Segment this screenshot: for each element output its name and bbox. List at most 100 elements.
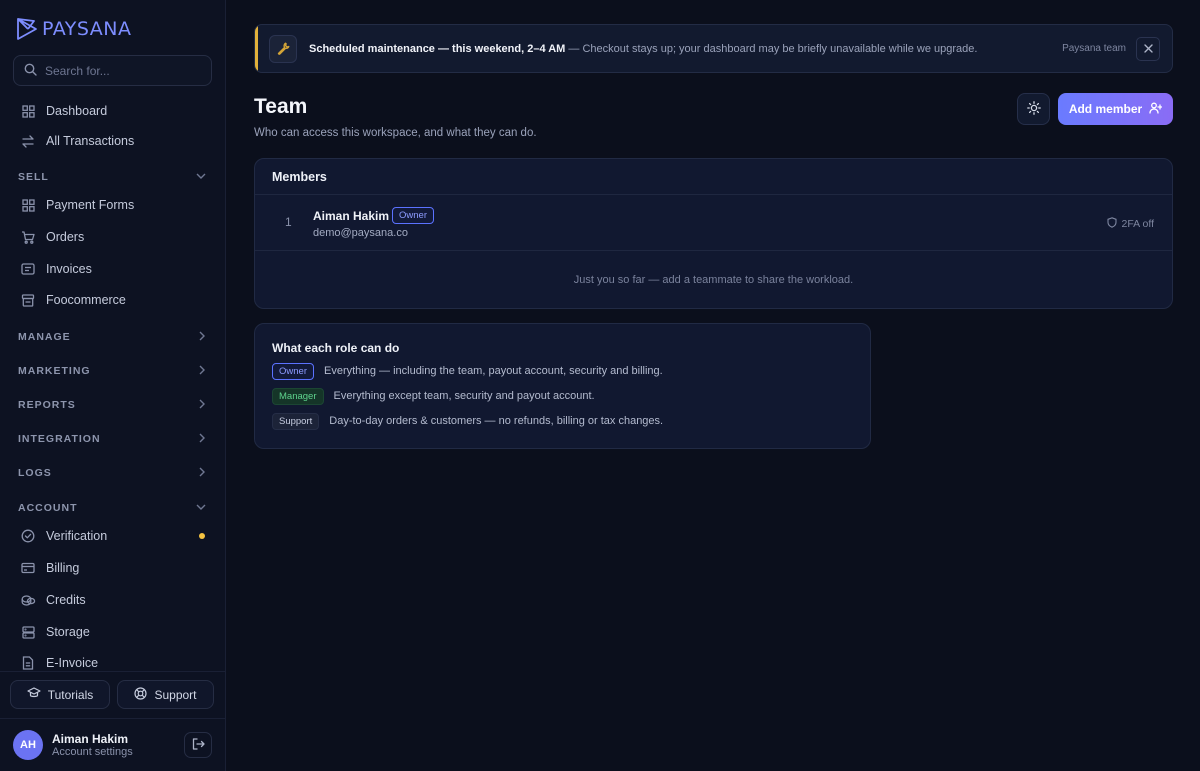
banner-message: Scheduled maintenance — this weekend, 2–… [309,43,977,55]
logout-icon [192,737,205,753]
card-icon [20,560,36,576]
grid-icon [20,197,36,213]
chevron-right-icon [199,467,212,480]
role-badge-manager: Manager [272,387,324,405]
avatar: AH [13,730,43,760]
sidebar-item-verification[interactable]: Verification [14,522,212,550]
sidebar-item-e-invoice[interactable]: E-Invoice [14,649,212,677]
sidebar-item-invoices[interactable]: Invoices [14,255,212,283]
grid-icon [20,103,36,119]
document-icon [20,655,36,671]
sidebar-item-orders[interactable]: Orders [14,223,212,251]
sidebar-item-credits[interactable]: Credits [14,586,212,614]
sun-icon [1026,100,1041,118]
search-icon [24,63,37,79]
search-box[interactable] [13,55,212,86]
arrows-swap-icon [20,133,36,149]
member-row[interactable]: 1 Aiman Hakim Owner demo@paysana.co 2FA … [255,195,1172,251]
page-title: Team [254,95,308,118]
chevron-down-icon [196,502,212,514]
graduation-cap-icon [27,687,41,702]
member-email: demo@paysana.co [313,227,408,239]
twofa-label: 2FA off [1121,218,1155,230]
section-marketing[interactable]: MARKETING [18,361,212,381]
theme-toggle-button[interactable] [1017,93,1050,125]
tutorials-label: Tutorials [47,687,94,702]
section-label: SELL [18,171,49,183]
notification-dot [199,533,205,539]
sidebar-item-dashboard[interactable]: Dashboard [14,97,212,125]
chevron-right-icon [199,331,212,344]
roles-heading: What each role can do [272,341,400,355]
sidebar-item-all-transactions[interactable]: All Transactions [14,127,212,155]
section-sell[interactable]: SELL [18,167,212,187]
role-description: Day-to-day orders & customers — no refun… [329,415,664,427]
section-label: MANAGE [18,331,71,343]
members-card: Members 1 Aiman Hakim Owner demo@paysana… [254,158,1173,309]
sidebar-item-label: Verification [46,529,108,543]
user-subtitle: Account settings [52,745,133,758]
role-description: Everything except team, security and pay… [333,390,595,402]
twofa-status: 2FA off [1106,217,1155,231]
sidebar-divider [0,718,226,719]
sidebar-item-label: Invoices [46,262,92,276]
user-name: Aiman Hakim [52,731,129,746]
search-input[interactable] [45,63,195,78]
sidebar-item-label: Dashboard [46,104,108,118]
role-row-owner: Owner Everything — including the team, p… [272,362,870,380]
paysana-logo-icon [16,17,38,41]
store-icon [20,292,36,308]
shield-icon [1106,217,1117,231]
close-banner-button[interactable] [1136,37,1160,61]
member-index: 1 [285,215,292,229]
wrench-icon [269,34,297,63]
section-label: ACCOUNT [18,502,78,514]
role-row-manager: Manager Everything except team, security… [272,387,870,405]
add-member-label: Add member [1068,102,1143,116]
cart-icon [20,229,36,245]
sidebar-item-label: E-Invoice [46,656,99,670]
sidebar-item-label: Orders [46,230,85,244]
section-logs[interactable]: LOGS [18,463,212,483]
role-badge-owner: Owner [272,362,314,380]
add-member-button[interactable]: Add member [1058,93,1173,125]
sidebar-divider [0,671,226,672]
maintenance-banner: Scheduled maintenance — this weekend, 2–… [254,24,1173,73]
section-integration[interactable]: INTEGRATION [18,429,212,449]
role-row-support: Support Day-to-day orders & customers — … [272,412,870,430]
storage-icon [20,624,36,640]
roles-card: What each role can do Owner Everything —… [254,323,871,449]
sidebar-item-label: Foocommerce [46,293,126,307]
section-account[interactable]: ACCOUNT [18,498,212,518]
chevron-right-icon [199,365,212,378]
brand-name: PAYSANA [42,18,132,40]
sidebar-item-foocommerce[interactable]: Foocommerce [14,286,212,314]
section-manage[interactable]: MANAGE [18,327,212,347]
role-badge-support: Support [272,412,320,430]
section-label: LOGS [18,467,52,479]
close-icon [1143,42,1153,56]
sidebar-item-label: Billing [46,561,80,575]
sidebar-item-billing[interactable]: Billing [14,554,212,582]
section-label: REPORTS [18,399,76,411]
main-content: Scheduled maintenance — this weekend, 2–… [226,0,1200,771]
chevron-right-icon [199,399,212,412]
sidebar-item-label: Credits [46,593,86,607]
brand-logo[interactable]: PAYSANA [16,16,132,42]
chevron-down-icon [196,171,212,183]
sidebar-item-payment-forms[interactable]: Payment Forms [14,191,212,219]
section-reports[interactable]: REPORTS [18,395,212,415]
account-settings-link[interactable]: AH Aiman Hakim Account settings [13,729,213,761]
chevron-right-icon [199,433,212,446]
sidebar-item-label: Storage [46,625,90,639]
logout-button[interactable] [184,732,212,758]
coins-icon [20,592,36,608]
tutorials-button[interactable]: Tutorials [10,680,110,709]
sidebar-item-storage[interactable]: Storage [14,618,212,646]
banner-title: Scheduled maintenance — this weekend, 2–… [309,42,566,55]
check-badge-icon [20,528,36,544]
sidebar-item-label: Payment Forms [46,198,135,212]
role-description: Everything — including the team, payout … [323,365,663,377]
support-button[interactable]: Support [117,680,214,709]
support-label: Support [154,687,197,702]
